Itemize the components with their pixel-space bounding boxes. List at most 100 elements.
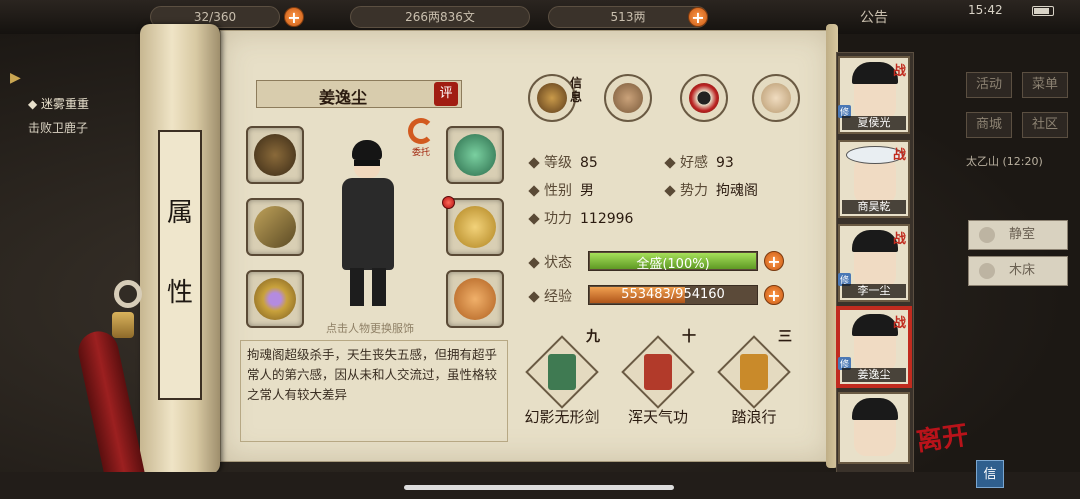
roster-name: 夏侯光	[842, 116, 906, 130]
tassel-ring	[114, 280, 142, 308]
bracer-icon	[254, 134, 296, 176]
exp-value: 553483/954160	[621, 287, 725, 302]
add-status-button[interactable]: +	[764, 251, 784, 271]
ring-slot[interactable]	[246, 270, 304, 328]
ring-icon	[254, 278, 296, 320]
notification-dot	[442, 196, 455, 209]
roster-card-selected[interactable]: 战修姜逸尘	[838, 308, 910, 386]
head-slot[interactable]	[446, 126, 504, 184]
stat-favor: 好感 93	[664, 152, 734, 172]
body	[342, 178, 394, 270]
battle-badge: 战	[892, 232, 906, 247]
stat-level: 等级 85	[528, 152, 598, 172]
roster-card[interactable]	[838, 392, 910, 464]
book-icon	[644, 354, 672, 390]
skill-3[interactable]	[717, 335, 791, 409]
hair	[852, 230, 898, 252]
mail-button[interactable]: 信	[976, 460, 1004, 488]
roster-card[interactable]: 战修夏侯光	[838, 56, 910, 134]
room-muchuang[interactable]: 木床	[968, 256, 1068, 286]
add-exp-button[interactable]: +	[764, 285, 784, 305]
activity-button[interactable]: 活动	[966, 72, 1012, 98]
sword-icon	[254, 206, 296, 248]
body-figure-icon	[761, 83, 791, 113]
hair	[352, 140, 382, 160]
room-icon	[979, 227, 995, 243]
character-portrait[interactable]	[332, 140, 404, 315]
roster-name: 李一尘	[842, 284, 906, 298]
armor-slot[interactable]	[446, 198, 504, 256]
expand-arrow-icon[interactable]: ▶	[10, 70, 21, 86]
title-char-2: 性	[166, 278, 193, 308]
quest-desc: 击败卫鹿子	[28, 121, 89, 135]
title-char-1: 属	[166, 198, 193, 228]
skill-2[interactable]	[621, 335, 695, 409]
hat-icon	[537, 83, 567, 113]
tab-info[interactable]	[528, 74, 576, 122]
diamond-icon	[528, 213, 540, 225]
tab-map[interactable]	[604, 74, 652, 122]
clock: 15:42	[968, 3, 1003, 17]
entrust-button[interactable]: 委托	[406, 118, 436, 158]
refresh-icon	[408, 118, 434, 144]
room-jingshi[interactable]: 静室	[968, 220, 1068, 250]
character-description: 拘魂阁超级杀手，天生丧失五感，但拥有超乎常人的第六感，因从未和人交流过，虽性格较…	[240, 340, 508, 442]
scroll-book-icon	[548, 354, 576, 390]
shop-button[interactable]: 商城	[966, 112, 1012, 138]
diamond-icon	[664, 185, 676, 197]
status-bar: 全盛(100%)	[588, 251, 758, 272]
battle-badge: 战	[892, 148, 906, 163]
bed-icon	[979, 263, 995, 279]
character-name: 姜逸尘	[318, 88, 367, 107]
hair	[852, 62, 898, 84]
location-label: 太乙山 (12:20)	[966, 155, 1043, 168]
tassel-cap	[112, 312, 134, 338]
notice-button[interactable]: 公告	[860, 7, 888, 27]
add-gold-button[interactable]: +	[688, 7, 708, 27]
gold-display: 513两	[548, 6, 708, 28]
stat-faction: 势力 拘魂阁	[664, 180, 758, 200]
leave-button[interactable]: 离开	[914, 415, 971, 459]
tab-bagua[interactable]	[680, 74, 728, 122]
diamond-icon: ◆	[28, 97, 42, 111]
diamond-icon	[528, 157, 540, 169]
entrust-label: 委托	[411, 148, 430, 158]
accessory-slot[interactable]	[246, 126, 304, 184]
skill-3-level: 三	[778, 329, 792, 345]
status-label: 状态	[528, 252, 572, 272]
battle-badge: 战	[892, 64, 906, 79]
menu-button[interactable]: 菜单	[1022, 72, 1068, 98]
hair	[852, 398, 898, 420]
skill-1[interactable]	[525, 335, 599, 409]
community-button[interactable]: 社区	[1022, 112, 1068, 138]
stat-power: 功力 112996	[528, 208, 633, 228]
skill-1-level: 九	[586, 329, 600, 345]
tab-info-label: 信息	[570, 76, 583, 104]
bagua-icon	[689, 83, 719, 113]
pendant-slot[interactable]	[446, 270, 504, 328]
roster-card[interactable]: 战商昊乾	[838, 140, 910, 218]
weapon-slot[interactable]	[246, 198, 304, 256]
status-value: 全盛(100%)	[636, 257, 710, 272]
skill-2-name: 浑天气功	[627, 408, 688, 426]
roster-name: 姜逸尘	[842, 368, 906, 382]
exp-bar: 553483/954160	[588, 285, 758, 305]
tab-meridian[interactable]	[752, 74, 800, 122]
skill-2-level: 十	[682, 329, 696, 345]
diamond-icon	[528, 291, 540, 303]
exp-label: 经验	[528, 286, 572, 306]
add-stamina-button[interactable]: +	[284, 7, 304, 27]
home-indicator	[404, 485, 674, 490]
rate-button[interactable]: 评	[434, 82, 458, 106]
map-icon	[613, 83, 643, 113]
quest-title: 迷雾重重	[41, 97, 90, 111]
roster-card[interactable]: 战修李一尘	[838, 224, 910, 302]
leg	[350, 268, 364, 306]
robe-icon	[454, 206, 496, 248]
change-outfit-hint: 点击人物更换服饰	[326, 322, 414, 335]
quest-tracker[interactable]: ◆ 迷雾重重 击败卫鹿子	[28, 92, 89, 140]
battery-icon	[1032, 6, 1054, 16]
panel-title: 属 性	[158, 130, 202, 400]
hair	[852, 314, 898, 336]
skill-1-name: 幻影无形剑	[524, 408, 600, 426]
